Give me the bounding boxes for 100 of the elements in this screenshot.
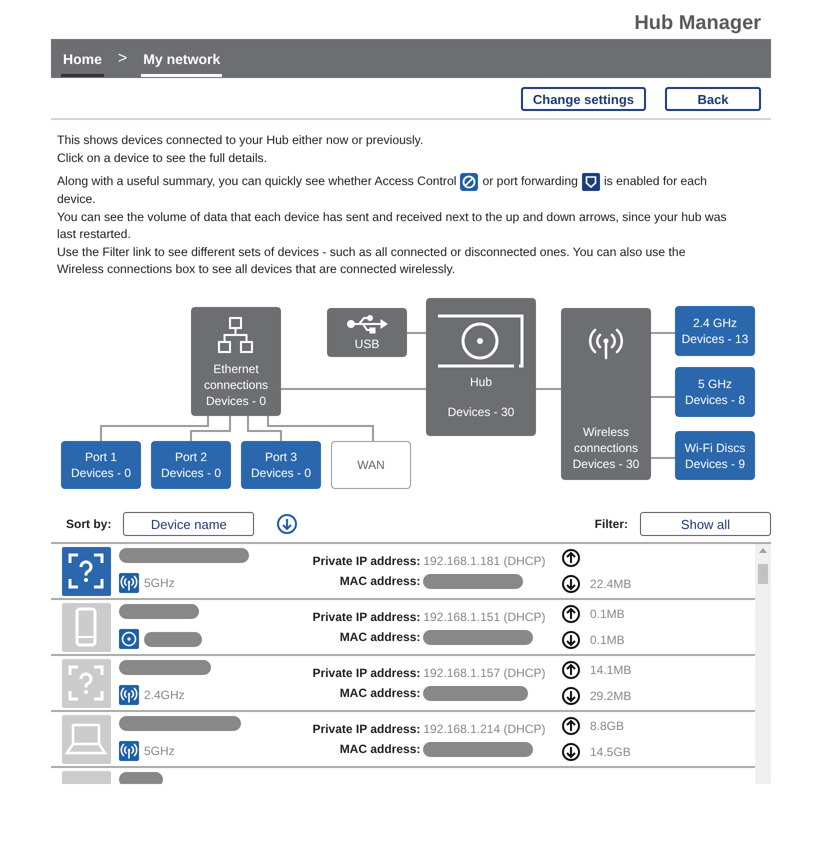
field-label: Private IP address:	[312, 610, 420, 624]
download-amount: 29.2MB	[590, 689, 632, 703]
connection-tile[interactable]: Wi-Fi Discs Devices - 9	[675, 431, 755, 480]
ethernet-node[interactable]: Ethernet connections Devices - 0	[191, 307, 281, 416]
node-label: connections	[574, 440, 638, 456]
hub-node[interactable]: Hub Devices - 30	[426, 298, 536, 436]
disc-icon	[119, 629, 139, 649]
breadcrumb-separator: >	[118, 50, 128, 68]
breadcrumb-tab[interactable]: My network	[141, 40, 222, 76]
node-label: WAN	[357, 457, 385, 473]
node-label: Port 3	[264, 449, 297, 465]
connection-tile[interactable]: 2.4 GHz Devices - 13	[675, 306, 755, 356]
band-label: 5GHz	[144, 576, 175, 590]
wifi-icon	[589, 326, 623, 360]
ip-address: 192.168.1.181 (DHCP)	[423, 554, 546, 568]
intro-text: Click on a device to see the full details.	[57, 150, 268, 164]
node-label: Wireless	[582, 424, 629, 440]
node-label: Devices - 0	[206, 392, 266, 408]
port-forwarding-icon	[582, 173, 600, 191]
redaction-mark	[119, 772, 163, 784]
node-label: Devices - 9	[684, 456, 746, 472]
node-label: Devices - 13	[682, 331, 748, 347]
intro-text: You can see the volume of data that each device has sent and received next to the up and down arrows, since your hub was last restarted.	[57, 210, 727, 241]
connection-tile[interactable]: WAN	[331, 441, 411, 489]
ip-address: 192.168.1.157 (DHCP)	[423, 666, 546, 680]
device-row[interactable]: 2.4GHz Private IP address: 192.168.1.157 (DHCP) MAC address: 14.1MB 29.2MB	[51, 656, 755, 712]
connection-tile[interactable]: Port 1 Devices - 0	[61, 441, 141, 489]
router-icon	[436, 314, 526, 370]
upload-icon	[561, 604, 581, 624]
upload-amount: 14.1MB	[590, 663, 632, 677]
wifi-icon	[119, 741, 139, 761]
upload-icon	[561, 716, 581, 736]
connection-tile[interactable]: 5 GHz Devices - 8	[675, 367, 755, 417]
intro-text: Use the Filter link to see different sets of devices - such as all connected or disconnected ones. You can also use the Wireless connections box to see all devices that are connected wirelessly.	[57, 244, 686, 276]
field-label: MAC address:	[338, 630, 420, 644]
download-amount: 22.4MB	[590, 577, 632, 591]
node-label: Port 1	[84, 449, 117, 465]
field-label: MAC address:	[338, 686, 420, 700]
device-row[interactable]: 5GHz Private IP address: 192.168.1.214 (DHCP) MAC address: 8.8GB 14.5GB	[51, 712, 755, 768]
download-amount: 0.1MB	[590, 633, 625, 647]
wifi-icon	[119, 573, 139, 593]
intro-text: device.	[57, 191, 96, 208]
connection-tile[interactable]: Port 3 Devices - 0	[241, 441, 321, 489]
node-label: Devices - 0	[250, 465, 312, 481]
usb-node[interactable]: USB	[327, 308, 407, 357]
field-label: MAC address:	[338, 742, 420, 756]
ip-address: 192.168.1.214 (DHCP)	[423, 722, 546, 736]
filter-label: Filter:	[594, 517, 628, 531]
ip-address: 192.168.1.151 (DHCP)	[423, 610, 546, 624]
connection-tile[interactable]: Port 2 Devices - 0	[151, 441, 231, 489]
field-label: Private IP address:	[312, 554, 420, 568]
sort-label: Sort by:	[66, 517, 112, 531]
upload-icon	[561, 548, 581, 568]
app-title: Hub Manager	[634, 12, 761, 36]
field-label: MAC address:	[338, 574, 420, 588]
band-label: 5GHz	[144, 744, 175, 758]
upload-amount: 8.8GB	[590, 719, 626, 733]
intro-text: This shows devices connected to your Hub either now or previously.	[57, 133, 424, 147]
node-label: Devices - 0	[70, 465, 132, 481]
sort-dropdown[interactable]: Device name	[123, 512, 254, 536]
change-settings-button[interactable]: Change settings	[520, 87, 646, 111]
node-label: Wi-Fi Discs	[684, 440, 746, 456]
device-row[interactable]: 5GHz Private IP address: 192.168.1.181 (DHCP) MAC address: 22.4MB	[51, 544, 755, 600]
intro-text: or port forwarding	[482, 173, 578, 190]
breadcrumb-tab[interactable]: Home	[61, 40, 104, 76]
node-label: 2.4 GHz	[692, 315, 737, 331]
download-icon	[561, 574, 581, 594]
wireless-node[interactable]: Wireless connections Devices - 30	[561, 308, 651, 480]
node-label: connections	[204, 376, 268, 392]
node-label: Hub	[470, 374, 492, 390]
access-control-icon	[460, 173, 478, 191]
upload-icon	[561, 660, 581, 680]
upload-amount: 0.1MB	[590, 607, 625, 621]
node-label: USB	[354, 336, 380, 352]
download-icon	[561, 630, 581, 650]
node-label: Ethernet	[213, 360, 259, 376]
field-label: Private IP address:	[312, 722, 420, 736]
download-icon	[561, 686, 581, 706]
usb-icon	[346, 314, 388, 334]
node-label: Devices - 8	[684, 392, 746, 408]
scroll-thumb[interactable]	[758, 564, 768, 584]
filter-dropdown[interactable]: Show all	[640, 512, 771, 536]
download-icon	[561, 742, 581, 762]
node-label: 5 GHz	[698, 376, 732, 392]
back-button[interactable]: Back	[665, 87, 761, 111]
intro-text: is enabled for each	[604, 173, 707, 190]
scroll-up-icon	[759, 547, 767, 553]
network-icon	[216, 314, 256, 354]
sort-direction-icon	[276, 513, 298, 535]
wifi-icon	[119, 685, 139, 705]
intro-text: Along with a useful summary, you can quickly see whether Access Control	[57, 173, 456, 190]
field-label: Private IP address:	[312, 666, 420, 680]
node-label: Devices - 0	[160, 465, 222, 481]
node-label: Devices - 30	[448, 404, 514, 420]
redaction-mark	[144, 632, 202, 646]
node-label: Devices - 30	[572, 456, 640, 472]
device-row[interactable]: Private IP address: 192.168.1.151 (DHCP) MAC address: 0.1MB 0.1MB	[51, 600, 755, 656]
download-amount: 14.5GB	[590, 745, 631, 759]
scrollbar[interactable]	[755, 544, 771, 784]
node-label: Port 2	[174, 449, 207, 465]
